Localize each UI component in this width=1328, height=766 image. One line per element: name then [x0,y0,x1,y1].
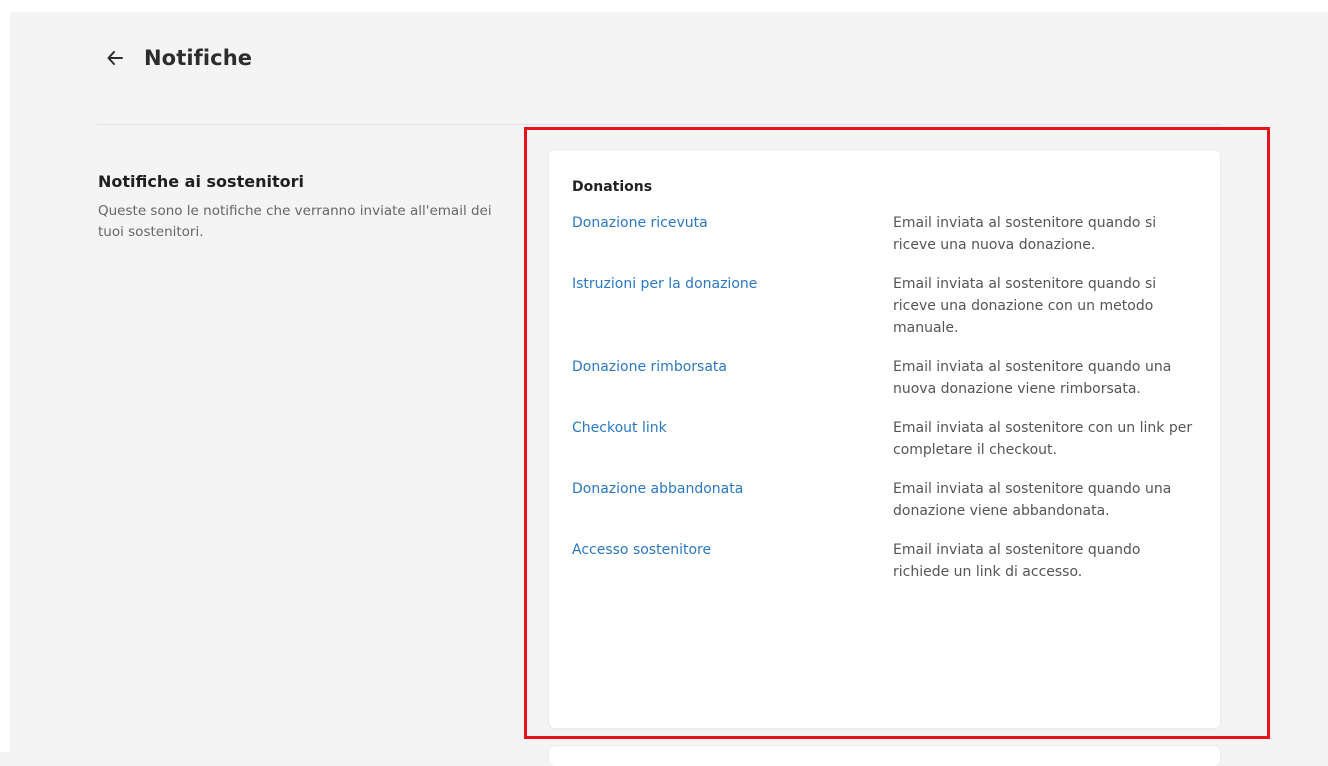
notification-link[interactable]: Accesso sostenitore [572,539,893,583]
notification-description: Email inviata al sostenitore quando rich… [893,542,1141,580]
page-header: Notifiche [104,40,252,76]
page-title: Notifiche [144,46,253,70]
notification-description: Email inviata al sostenitore quando una … [893,359,1172,397]
notification-link[interactable]: Donazione rimborsata [572,356,893,400]
section-title: Notifiche ai sostenitori [98,172,304,191]
notification-row: Donazione abbandonata Email inviata al s… [572,478,1196,522]
notification-description: Email inviata al sostenitore quando una … [893,481,1172,519]
header-divider [97,124,1221,125]
notification-row: Donazione rimborsata Email inviata al so… [572,356,1196,400]
notification-description: Email inviata al sostenitore quando si r… [893,276,1157,336]
section-description: Queste sono le notifiche che verranno in… [98,203,492,240]
donations-card: Donations Donazione ricevuta Email invia… [549,150,1220,728]
notification-row: Donazione ricevuta Email inviata al sost… [572,212,1196,256]
notification-description: Email inviata al sostenitore con un link… [893,420,1193,458]
card-title: Donations [572,179,653,195]
notification-link[interactable]: Donazione ricevuta [572,212,893,256]
section-info: Notifiche ai sostenitori Queste sono le … [98,172,498,243]
notification-description: Email inviata al sostenitore quando si r… [893,215,1157,253]
next-card [549,746,1220,766]
notification-link[interactable]: Donazione abbandonata [572,478,893,522]
top-edge [0,0,1328,12]
notification-row: Accesso sostenitore Email inviata al sos… [572,539,1196,583]
notification-row: Checkout link Email inviata al sostenito… [572,417,1196,461]
notification-link[interactable]: Istruzioni per la donazione [572,273,893,339]
left-edge [0,0,10,752]
notification-row: Istruzioni per la donazione Email inviat… [572,273,1196,339]
arrow-left-icon[interactable] [104,47,126,69]
notification-link[interactable]: Checkout link [572,417,893,461]
